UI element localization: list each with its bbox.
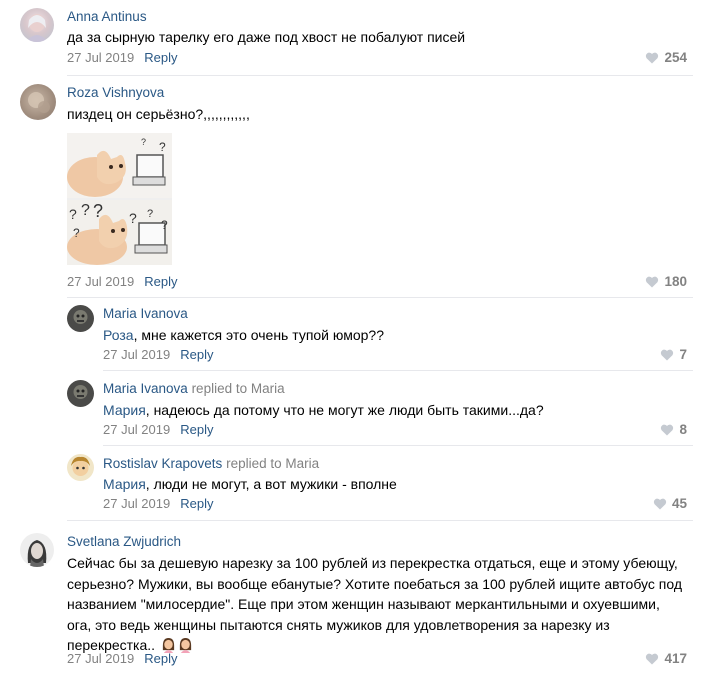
heart-icon	[646, 653, 659, 664]
comment-author[interactable]: Roza Vishnyova	[67, 85, 164, 100]
svg-text:?: ?	[69, 206, 77, 222]
like-count: 417	[664, 651, 687, 666]
svg-text:?: ?	[81, 202, 90, 219]
comment-date[interactable]: 27 Jul 2019	[103, 496, 170, 511]
author-name[interactable]: Maria Ivanova	[103, 381, 188, 396]
attached-image[interactable]: ? ? ? ? ? ? ? ? ?	[67, 133, 172, 265]
comment-meta: 27 Jul 2019 Reply	[103, 496, 213, 511]
comment-author: Rostislav Krapovets replied to Maria	[103, 456, 319, 471]
comment-date[interactable]: 27 Jul 2019	[67, 50, 134, 65]
avatar[interactable]	[20, 8, 54, 42]
comment-date[interactable]: 27 Jul 2019	[67, 274, 134, 289]
comment-date[interactable]: 27 Jul 2019	[67, 651, 134, 666]
like-button[interactable]: 180	[645, 274, 687, 289]
comment-line: ога, это ведь женщины пытаются снять муж…	[67, 616, 610, 633]
separator	[103, 445, 693, 446]
comment-author[interactable]: Anna Antinus	[67, 9, 147, 24]
svg-text:?: ?	[141, 137, 146, 147]
like-button[interactable]: 7	[660, 347, 687, 362]
like-button[interactable]: 8	[660, 422, 687, 437]
woman-emoji-icon	[179, 637, 192, 653]
comment-text: Мария, люди не могут, а вот мужики - впо…	[103, 474, 397, 495]
like-button[interactable]: 45	[653, 496, 687, 511]
separator	[67, 297, 693, 298]
comment-text: пиздец он серьёзно?,,,,,,,,,,,,	[67, 106, 250, 122]
svg-text:?: ?	[161, 218, 168, 232]
comment-date[interactable]: 27 Jul 2019	[103, 347, 170, 362]
comment-line: Сейчас бы за дешевую нарезку за 100 рубл…	[67, 555, 678, 571]
comment-text-body: , люди не могут, а вот мужики - вполне	[145, 476, 397, 492]
like-button[interactable]: 254	[645, 50, 687, 65]
separator	[67, 520, 693, 521]
comment-author[interactable]: Maria Ivanova	[103, 306, 188, 321]
comment-meta: 27 Jul 2019 Reply	[103, 347, 213, 362]
comment-text-body: , надеюсь да потому что не могут же люди…	[145, 402, 544, 418]
reply-button[interactable]: Reply	[144, 274, 177, 289]
like-count: 7	[679, 347, 687, 362]
like-count: 8	[679, 422, 687, 437]
comment-date[interactable]: 27 Jul 2019	[103, 422, 170, 437]
like-count: 254	[664, 50, 687, 65]
svg-text:?: ?	[159, 140, 166, 154]
like-count: 45	[671, 496, 687, 511]
reply-button[interactable]: Reply	[180, 496, 213, 511]
comment-text: да за сырную тарелку его даже под хвост …	[67, 29, 466, 45]
comment-text-body: , мне кажется это очень тупой юмор??	[133, 327, 385, 343]
comment-meta: 27 Jul 2019 Reply	[67, 50, 177, 65]
avatar[interactable]	[20, 84, 56, 120]
heart-icon	[646, 276, 659, 287]
comment-meta: 27 Jul 2019 Reply	[67, 274, 177, 289]
heart-icon	[653, 498, 667, 509]
heart-icon	[661, 349, 674, 360]
comment-author[interactable]: Svetlana Zwjudrich	[67, 534, 181, 549]
heart-icon	[646, 52, 659, 63]
separator	[67, 75, 693, 76]
svg-text:?: ?	[73, 226, 80, 240]
svg-text:?: ?	[147, 208, 153, 220]
author-name[interactable]: Rostislav Krapovets	[103, 456, 222, 471]
comment-text: Роза, мне кажется это очень тупой юмор??	[103, 325, 384, 346]
svg-text:?: ?	[129, 210, 137, 226]
reply-button[interactable]: Reply	[180, 347, 213, 362]
reply-button[interactable]: Reply	[144, 50, 177, 65]
reply-button[interactable]: Reply	[144, 651, 177, 666]
comment-text: Мария, надеюсь да потому что не могут же…	[103, 400, 544, 421]
like-count: 180	[664, 274, 687, 289]
comment-meta: 27 Jul 2019 Reply	[67, 651, 177, 666]
mention-link[interactable]: Роза	[103, 327, 134, 343]
mention-link[interactable]: Мария	[103, 402, 146, 418]
avatar[interactable]	[20, 533, 54, 567]
separator	[103, 370, 693, 371]
comment-text: Сейчас бы за дешевую нарезку за 100 рубл…	[67, 553, 682, 656]
avatar[interactable]	[67, 380, 94, 407]
mention-link[interactable]: Мария	[103, 476, 146, 492]
reply-button[interactable]: Reply	[180, 422, 213, 437]
comment-meta: 27 Jul 2019 Reply	[103, 422, 213, 437]
comment-line: названием "милосердие". Еще при этом жен…	[67, 596, 660, 612]
heart-icon	[661, 424, 674, 435]
avatar[interactable]	[67, 305, 94, 332]
replied-to[interactable]: replied to Maria	[192, 381, 285, 396]
avatar[interactable]	[67, 454, 94, 481]
replied-to[interactable]: replied to Maria	[226, 456, 319, 471]
comment-author: Maria Ivanova replied to Maria	[103, 381, 285, 396]
svg-text:?: ?	[93, 201, 103, 221]
comment-line: серьезно? Мужики, вы вообще ебанутые? Хо…	[67, 575, 682, 592]
like-button[interactable]: 417	[645, 651, 687, 666]
